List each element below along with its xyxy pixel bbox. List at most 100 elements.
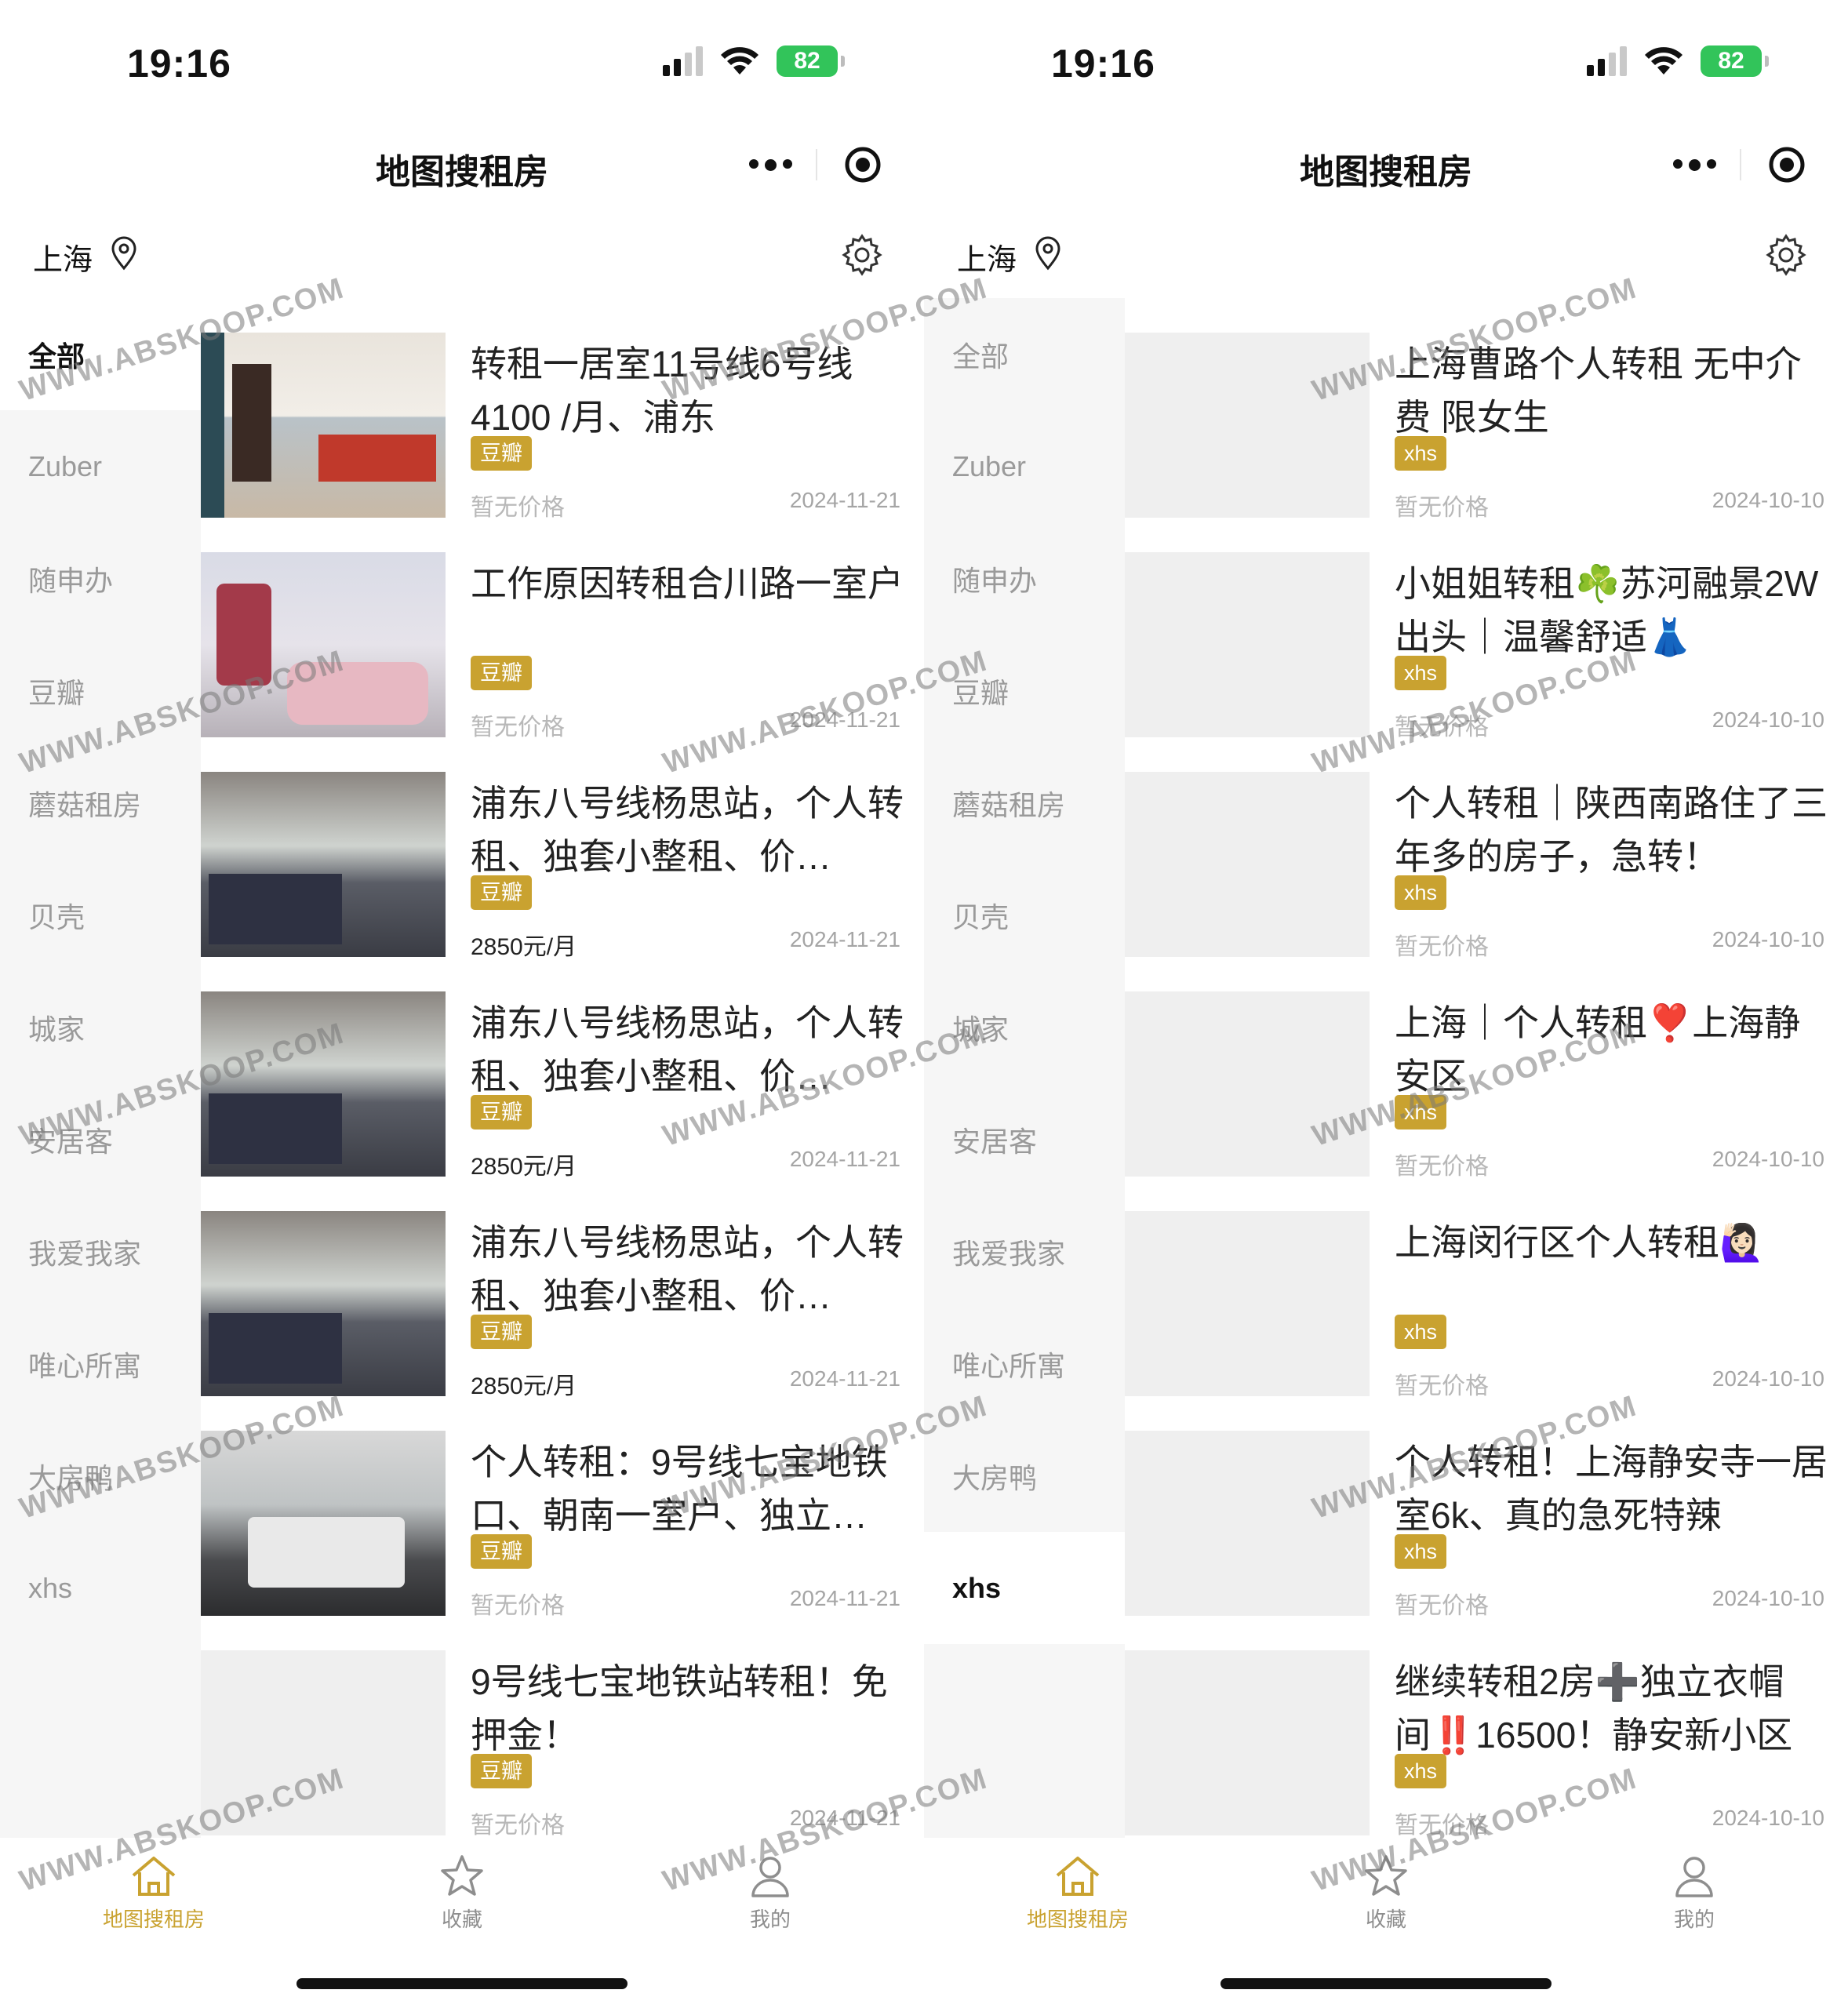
settings-gear-icon[interactable] [841,234,883,280]
listing-title: 工作原因转租合川路一室户 [471,563,904,604]
source-tag: xhs [1395,875,1447,910]
home-icon [132,1857,176,1896]
settings-gear-icon[interactable] [1765,234,1807,280]
listing-price: 2850元/月 [471,1154,577,1180]
close-miniprogram-icon[interactable] [1741,146,1832,184]
listing-card[interactable]: 个人转租：9号线七宝地铁口、朝南一室户、独立… 豆瓣 暂无价格 2024-11-… [201,1431,924,1650]
listing-photo [201,552,446,737]
close-miniprogram-icon[interactable] [817,146,908,184]
listing-date: 2024-10-10 [1712,708,1824,732]
listing-card[interactable]: 个人转租｜陕西南路住了三年多的房子，急转！ xhs 暂无价格 2024-10-1… [1125,772,1848,991]
sidebar-item-beike[interactable]: 贝壳 [924,859,1125,971]
tab-label: 我的 [1673,1908,1715,1931]
sidebar-item-anjuke[interactable]: 安居客 [924,1083,1125,1195]
listing-card[interactable]: 上海曹路个人转租 无中介费 限女生 xhs 暂无价格 2024-10-10 [1125,333,1848,552]
source-tag: xhs [1395,1534,1447,1569]
tab-label: 我的 [749,1908,791,1931]
status-icons: 82 [663,45,845,77]
sidebar-item-suishenban[interactable]: 随申办 [924,522,1125,635]
listing-title: 个人转租｜陕西南路住了三年多的房子，急转！ [1395,783,1828,877]
battery-icon: 82 [777,45,845,77]
listing-date: 2024-10-10 [1712,927,1824,951]
source-tag: xhs [1395,436,1447,471]
sidebar-item-dafangya[interactable]: 大房鸭 [0,1420,201,1532]
star-icon [1365,1855,1407,1896]
category-sidebar: 全部 Zuber 随申办 豆瓣 蘑菇租房 贝壳 城家 安居客 我爱我家 唯心所寓… [924,298,1125,1838]
listing-card[interactable]: 浦东八号线杨思站，个人转租、独套小整租、价… 豆瓣 2850元/月 2024-1… [201,991,924,1211]
signal-icon [1587,46,1627,76]
user-icon [751,1857,789,1897]
sidebar-item-all[interactable]: 全部 [0,298,201,410]
sidebar-item-dafangya[interactable]: 大房鸭 [924,1420,1125,1532]
listing-price: 暂无价格 [1395,934,1489,960]
more-icon[interactable] [725,158,816,171]
listing-title: 继续转租2房➕独立衣帽间‼️16500！静安新小区 [1395,1661,1793,1755]
listing-photo-placeholder [1125,772,1370,957]
sidebar-item-5i5j[interactable]: 我爱我家 [924,1195,1125,1308]
tab-favorites[interactable]: 收藏 [1308,1853,1464,1933]
listing-card[interactable]: 工作原因转租合川路一室户 豆瓣 暂无价格 2024-11-21 [201,552,924,772]
listing-title: 上海闵行区个人转租🙋🏻‍♀️ [1395,1222,1765,1263]
sidebar-item-xhs[interactable]: xhs [0,1532,201,1644]
sidebar-item-suishenban[interactable]: 随申办 [0,522,201,635]
listing-title: 9号线七宝地铁站转租！免押金！ [471,1661,888,1755]
listing-card[interactable]: 浦东八号线杨思站，个人转租、独套小整租、价… 豆瓣 2850元/月 2024-1… [201,772,924,991]
sidebar-item-zuber[interactable]: Zuber [0,410,201,522]
sidebar-item-beike[interactable]: 贝壳 [0,859,201,971]
source-tag: 豆瓣 [471,436,532,471]
listing-card[interactable]: 9号线七宝地铁站转租！免押金！ 豆瓣 暂无价格 2024-11-21 [201,1650,924,1870]
city-selector[interactable]: 上海 [957,235,1062,278]
listing-date: 2024-10-10 [1712,1806,1824,1830]
listing-date: 2024-11-21 [789,927,900,951]
sidebar-item-weixin[interactable]: 唯心所寓 [924,1308,1125,1420]
listing-card[interactable]: 个人转租！上海静安寺一居室6k、真的急死特辣 xhs 暂无价格 2024-10-… [1125,1431,1848,1650]
sidebar-item-zuber[interactable]: Zuber [924,410,1125,522]
sidebar-item-anjuke[interactable]: 安居客 [0,1083,201,1195]
sidebar-item-mogu[interactable]: 蘑菇租房 [0,747,201,859]
listing-photo [201,1431,446,1616]
listing-date: 2024-11-21 [789,488,900,512]
user-icon [1675,1857,1713,1897]
sidebar-item-chengjia[interactable]: 城家 [924,971,1125,1083]
listing-card[interactable]: 浦东八号线杨思站，个人转租、独套小整租、价… 豆瓣 2850元/月 2024-1… [201,1211,924,1431]
city-selector[interactable]: 上海 [33,235,138,278]
listing-price: 暂无价格 [1395,495,1489,521]
listing-date: 2024-11-21 [789,708,900,732]
listing-date: 2024-10-10 [1712,1147,1824,1171]
tab-favorites[interactable]: 收藏 [384,1853,540,1933]
category-sidebar: 全部 Zuber 随申办 豆瓣 蘑菇租房 贝壳 城家 安居客 我爱我家 唯心所寓… [0,298,201,1838]
listing-card[interactable]: 转租一居室11号线6号线4100 /月、浦东 豆瓣 暂无价格 2024-11-2… [201,333,924,552]
city-name: 上海 [33,244,93,277]
listing-card[interactable]: 小姐姐转租☘️苏河融景2W出头｜温馨舒适👗 xhs 暂无价格 2024-10-1… [1125,552,1848,772]
listing-date: 2024-11-21 [789,1366,900,1391]
location-pin-icon [1034,236,1062,278]
tab-mine[interactable]: 我的 [692,1853,849,1933]
status-time: 19:16 [127,42,231,85]
listing-card[interactable]: 上海闵行区个人转租🙋🏻‍♀️ xhs 暂无价格 2024-10-10 [1125,1211,1848,1431]
tab-map-search[interactable]: 地图搜租房 [999,1853,1156,1933]
sidebar-item-mogu[interactable]: 蘑菇租房 [924,747,1125,859]
listing-price: 暂无价格 [1395,1813,1489,1839]
sidebar-item-weixin[interactable]: 唯心所寓 [0,1308,201,1420]
sidebar-item-5i5j[interactable]: 我爱我家 [0,1195,201,1308]
tab-mine[interactable]: 我的 [1616,1853,1773,1933]
listing-card[interactable]: 上海｜个人转租❣️上海静安区 xhs 暂无价格 2024-10-10 [1125,991,1848,1211]
tab-label: 地图搜租房 [102,1908,205,1931]
listing-card[interactable]: 继续转租2房➕独立衣帽间‼️16500！静安新小区 xhs 暂无价格 2024-… [1125,1650,1848,1870]
sidebar-item-chengjia[interactable]: 城家 [0,971,201,1083]
listing-photo-placeholder [1125,1431,1370,1616]
listing-photo-placeholder [1125,991,1370,1177]
listing-title: 小姐姐转租☘️苏河融景2W出头｜温馨舒适👗 [1395,563,1819,657]
listing-photo-placeholder [1125,552,1370,737]
tab-map-search[interactable]: 地图搜租房 [75,1853,232,1933]
sidebar-item-all[interactable]: 全部 [924,298,1125,410]
sidebar-item-xhs[interactable]: xhs [924,1532,1125,1644]
listing-title: 个人转租：9号线七宝地铁口、朝南一室户、独立… [471,1442,888,1536]
more-icon[interactable] [1649,158,1740,171]
listing-price: 暂无价格 [471,1593,565,1619]
listing-price: 暂无价格 [471,495,565,521]
sidebar-item-douban[interactable]: 豆瓣 [0,635,201,747]
source-tag: xhs [1395,1095,1447,1130]
sidebar-item-douban[interactable]: 豆瓣 [924,635,1125,747]
star-icon [441,1855,483,1896]
